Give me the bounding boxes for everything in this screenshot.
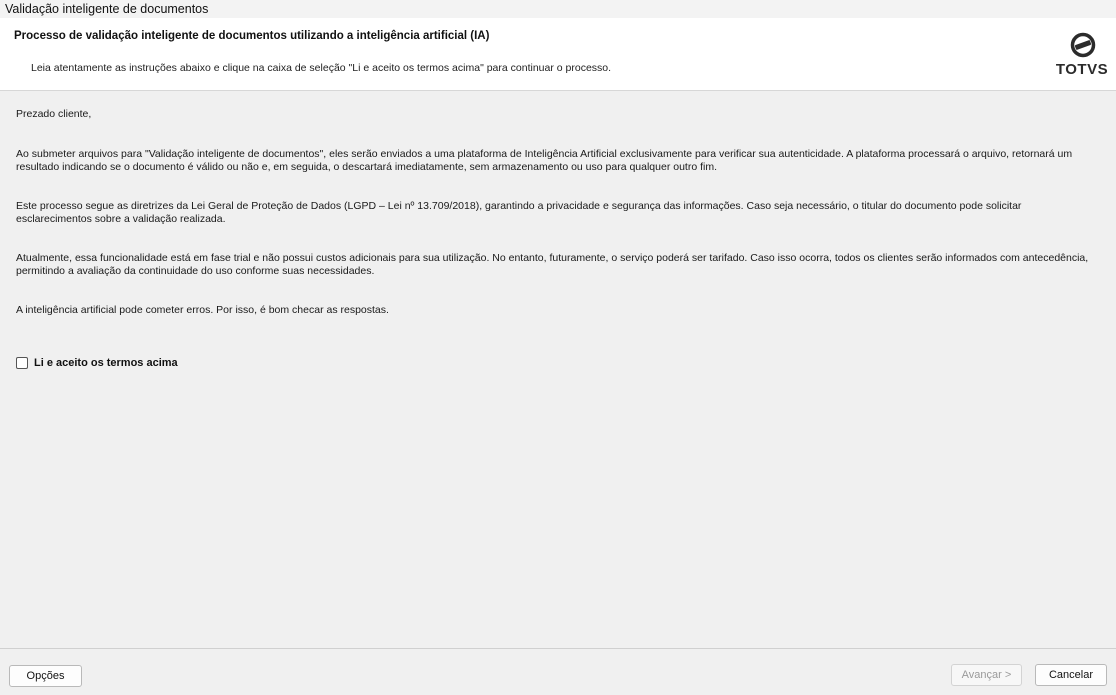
accept-terms-checkbox[interactable]: Li e aceito os termos acima [16,357,178,369]
terms-paragraph: Ao submeter arquivos para "Validação int… [16,148,1073,173]
cancel-button[interactable]: Cancelar [1035,664,1107,686]
accept-terms-label[interactable]: Li e aceito os termos acima [34,357,178,369]
terms-paragraph: A inteligência artificial pode cometer e… [16,304,389,316]
wizard-footer: Opções Avançar > Cancelar [0,648,1116,695]
window-title: Validação inteligente de documentos [0,0,1116,18]
greeting: Prezado cliente, [16,108,92,120]
options-button[interactable]: Opções [9,665,82,687]
totvs-logo: TOTVS [1054,32,1110,82]
header-title: Processo de validação inteligente de doc… [14,30,490,42]
checkbox-box[interactable] [16,357,28,369]
next-button[interactable]: Avançar > [951,664,1022,686]
terms-paragraph: Este processo segue as diretrizes da Lei… [16,200,1022,225]
totvs-logo-icon [1070,32,1096,58]
wizard-header: Processo de validação inteligente de doc… [0,18,1116,91]
header-subtitle: Leia atentamente as instruções abaixo e … [31,62,612,74]
logo-text: TOTVS [1055,61,1109,78]
terms-paragraph: Atualmente, essa funcionalidade está em … [16,252,1089,277]
